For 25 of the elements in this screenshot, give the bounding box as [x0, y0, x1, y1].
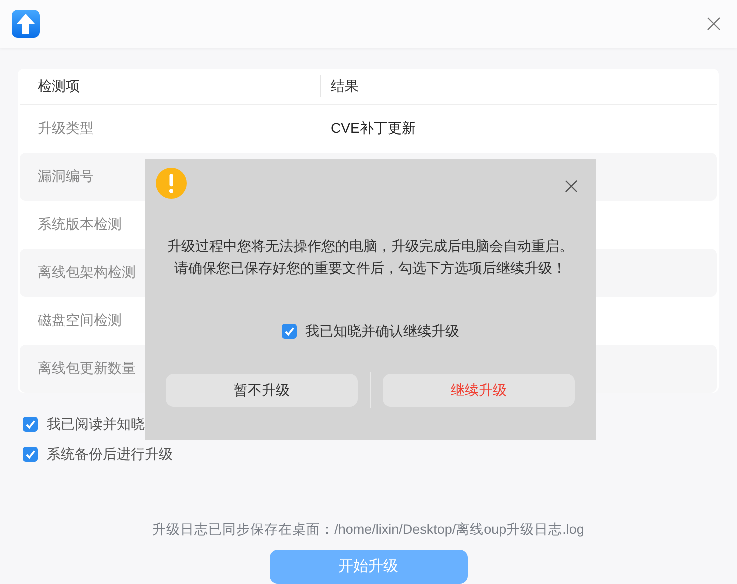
- table-cell: 系统版本检测: [38, 216, 122, 232]
- warning-icon: [156, 168, 187, 199]
- table-cell: 离线包架构检测: [38, 264, 136, 280]
- app-logo-icon: [12, 10, 40, 38]
- checkbox-label: 系统备份后进行升级: [47, 444, 173, 464]
- dialog-button[interactable]: 继续升级: [383, 374, 575, 406]
- start-upgrade-button[interactable]: 开始升级: [270, 550, 468, 584]
- table-cell: 磁盘空间检测: [38, 312, 122, 328]
- table-cell: 离线包更新数量: [38, 360, 136, 376]
- table-cell-text: CVE补丁更新: [330, 119, 416, 138]
- checkbox-label: 我已知晓并确认继续升级: [306, 322, 460, 341]
- checkbox[interactable]: [282, 324, 296, 339]
- checkbox-label: 我已阅读并知晓: [47, 414, 145, 434]
- table-cell: 漏洞编号: [38, 168, 94, 184]
- dialog-button[interactable]: 暂不升级: [166, 374, 358, 406]
- log-note: 升级日志已同步保存在桌面：/home/lixin/Desktop/离线oup升级日志.log: [152, 520, 584, 539]
- dialog-message: 升级过程中您将无法操作您的电脑，升级完成后电脑会自动重启。: [168, 237, 574, 256]
- close-icon[interactable]: [565, 180, 578, 193]
- close-icon[interactable]: [707, 16, 721, 31]
- dialog-message: 请确保您已保存好您的重要文件后，勾选下方选项后继续升级！: [174, 259, 566, 278]
- checkbox[interactable]: [23, 446, 38, 462]
- checkbox[interactable]: [23, 416, 38, 432]
- column-header: 检测项: [38, 78, 80, 94]
- column-header: 结果: [330, 76, 359, 96]
- table-cell: 升级类型: [38, 120, 94, 136]
